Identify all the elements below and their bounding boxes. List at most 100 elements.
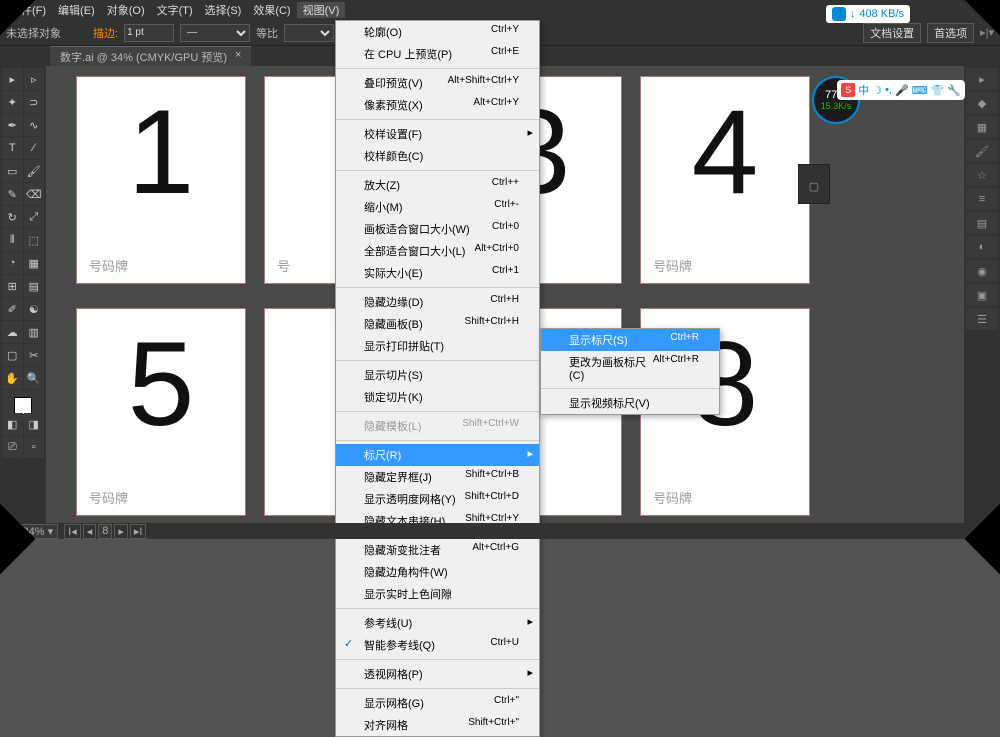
- ime-tool-icon[interactable]: 🔧: [947, 84, 961, 97]
- lasso-tool[interactable]: ⊃: [24, 91, 45, 113]
- menu-item[interactable]: 隐藏边角构件(W): [336, 561, 539, 583]
- gradient-tool[interactable]: ▤: [24, 275, 45, 297]
- menu-item[interactable]: 对齐网格Shift+Ctrl+": [336, 714, 539, 736]
- color-mode[interactable]: ◧: [2, 413, 23, 435]
- tab-close-icon[interactable]: ×: [235, 49, 241, 65]
- zoom-tool[interactable]: 🔍: [24, 367, 45, 389]
- slice-tool[interactable]: ✂: [24, 344, 45, 366]
- ime-punct-icon[interactable]: •,: [885, 84, 892, 96]
- menu-item[interactable]: 隐藏渐变批注者Alt+Ctrl+G: [336, 539, 539, 561]
- line-tool[interactable]: ∕: [24, 137, 45, 159]
- stroke-profile-select[interactable]: —: [180, 24, 250, 42]
- ime-mic-icon[interactable]: 🎤: [895, 84, 909, 97]
- graph-tool[interactable]: ▥: [24, 321, 45, 343]
- hand-tool[interactable]: ✋: [2, 367, 23, 389]
- scale-tool[interactable]: ⤢: [24, 206, 45, 228]
- menu-type[interactable]: 文字(T): [151, 2, 199, 18]
- brushes-panel-icon[interactable]: 🖌: [966, 140, 998, 162]
- free-transform-tool[interactable]: ⬚: [24, 229, 45, 251]
- appearance-panel-icon[interactable]: ◉: [966, 260, 998, 282]
- artboard-tool[interactable]: ▢: [2, 344, 23, 366]
- curvature-tool[interactable]: ∿: [24, 114, 45, 136]
- blend-tool[interactable]: ☯: [24, 298, 45, 320]
- menu-item[interactable]: 透视网格(P)▸: [336, 663, 539, 685]
- artboard[interactable]: 5号码牌: [76, 308, 246, 516]
- ime-keyboard-icon[interactable]: ⌨: [912, 84, 928, 97]
- ime-skin-icon[interactable]: 👕: [931, 84, 945, 97]
- panel-icon[interactable]: ▸: [966, 68, 998, 90]
- menu-item[interactable]: 叠印预览(V)Alt+Shift+Ctrl+Y: [336, 72, 539, 94]
- first-icon[interactable]: I◂: [64, 524, 81, 539]
- floating-panel[interactable]: ▢: [798, 164, 830, 204]
- menu-item[interactable]: 全部适合窗口大小(L)Alt+Ctrl+0: [336, 240, 539, 262]
- doc-setup-button[interactable]: 文档设置: [863, 23, 921, 43]
- menu-item[interactable]: 显示实时上色间隙: [336, 583, 539, 605]
- shaper-tool[interactable]: ✎: [2, 183, 23, 205]
- menu-item[interactable]: 轮廓(O)Ctrl+Y: [336, 21, 539, 43]
- selection-tool[interactable]: ▸: [2, 68, 23, 90]
- menu-item[interactable]: 校样颜色(C): [336, 145, 539, 167]
- menu-object[interactable]: 对象(O): [101, 2, 151, 18]
- menu-item[interactable]: 显示视频标尺(V): [541, 392, 719, 414]
- draw-mode[interactable]: ◨: [24, 413, 45, 435]
- width-tool[interactable]: ⫴: [2, 229, 23, 251]
- color-panel-icon[interactable]: ◆: [966, 92, 998, 114]
- menu-view[interactable]: 视图(V): [297, 2, 346, 18]
- menu-item[interactable]: 画板适合窗口大小(W)Ctrl+0: [336, 218, 539, 240]
- menu-item[interactable]: 隐藏画板(B)Shift+Ctrl+H: [336, 313, 539, 335]
- pen-tool[interactable]: ✒: [2, 114, 23, 136]
- screen-mode[interactable]: ⎚: [2, 436, 23, 458]
- graphic-styles-panel-icon[interactable]: ▣: [966, 284, 998, 306]
- mesh-tool[interactable]: ⊞: [2, 275, 23, 297]
- eraser-tool[interactable]: ⌫: [24, 183, 45, 205]
- menu-item[interactable]: 像素预览(X)Alt+Ctrl+Y: [336, 94, 539, 116]
- menu-item[interactable]: 显示透明度网格(Y)Shift+Ctrl+D: [336, 488, 539, 510]
- type-tool[interactable]: T: [2, 137, 23, 159]
- menu-item[interactable]: 标尺(R)▸: [336, 444, 539, 466]
- menu-item[interactable]: 更改为画板标尺(C)Alt+Ctrl+R: [541, 351, 719, 385]
- magic-wand-tool[interactable]: ✦: [2, 91, 23, 113]
- rotate-tool[interactable]: ↻: [2, 206, 23, 228]
- menu-item[interactable]: 隐藏边缘(D)Ctrl+H: [336, 291, 539, 313]
- menu-item[interactable]: 校样设置(F)▸: [336, 123, 539, 145]
- artboard[interactable]: 1号码牌: [76, 76, 246, 284]
- artboard-num[interactable]: 8: [98, 524, 112, 539]
- menu-item[interactable]: 放大(Z)Ctrl++: [336, 174, 539, 196]
- menu-item[interactable]: ✓智能参考线(Q)Ctrl+U: [336, 634, 539, 656]
- eyedropper-tool[interactable]: ✐: [2, 298, 23, 320]
- menu-item[interactable]: 隐藏模板(L)Shift+Ctrl+W: [336, 415, 539, 437]
- menu-item[interactable]: 显示标尺(S)Ctrl+R: [541, 329, 719, 351]
- change-screen[interactable]: ▫: [24, 436, 45, 458]
- menu-item[interactable]: 实际大小(E)Ctrl+1: [336, 262, 539, 284]
- rect-tool[interactable]: ▭: [2, 160, 23, 182]
- stroke-width-input[interactable]: [124, 24, 174, 42]
- shape-builder-tool[interactable]: ◔: [2, 252, 23, 274]
- menu-effect[interactable]: 效果(C): [247, 2, 296, 18]
- direct-select-tool[interactable]: ▹: [24, 68, 45, 90]
- stroke-panel-icon[interactable]: ≡: [966, 188, 998, 210]
- next-icon[interactable]: ▸: [114, 524, 128, 539]
- symbol-tool[interactable]: ☁: [2, 321, 23, 343]
- document-tab[interactable]: 数字.ai @ 34% (CMYK/GPU 预览) ×: [50, 46, 251, 67]
- menu-item[interactable]: 缩小(M)Ctrl+-: [336, 196, 539, 218]
- ime-toolbar[interactable]: S 中 ☽ •, 🎤 ⌨ 👕 🔧: [837, 80, 965, 100]
- menu-item[interactable]: 显示切片(S): [336, 364, 539, 386]
- ime-moon-icon[interactable]: ☽: [872, 84, 882, 97]
- symbols-panel-icon[interactable]: ☆: [966, 164, 998, 186]
- menu-select[interactable]: 选择(S): [199, 2, 248, 18]
- swatches-panel-icon[interactable]: ▦: [966, 116, 998, 138]
- artboards-panel-icon[interactable]: ▢: [799, 175, 829, 197]
- last-icon[interactable]: ▸I: [130, 524, 147, 539]
- menu-item[interactable]: 显示打印拼贴(T): [336, 335, 539, 357]
- menu-item[interactable]: 隐藏定界框(J)Shift+Ctrl+B: [336, 466, 539, 488]
- artboard[interactable]: 4号码牌: [640, 76, 810, 284]
- menu-edit[interactable]: 编辑(E): [52, 2, 101, 18]
- prev-icon[interactable]: ◂: [83, 524, 97, 539]
- ime-lang[interactable]: 中: [858, 82, 869, 98]
- perspective-tool[interactable]: ▦: [24, 252, 45, 274]
- menu-item[interactable]: 在 CPU 上预览(P)Ctrl+E: [336, 43, 539, 65]
- layers-panel-icon[interactable]: ☰: [966, 308, 998, 330]
- brush-select[interactable]: [284, 24, 334, 42]
- menu-item[interactable]: 参考线(U)▸: [336, 612, 539, 634]
- menu-item[interactable]: 显示网格(G)Ctrl+": [336, 692, 539, 714]
